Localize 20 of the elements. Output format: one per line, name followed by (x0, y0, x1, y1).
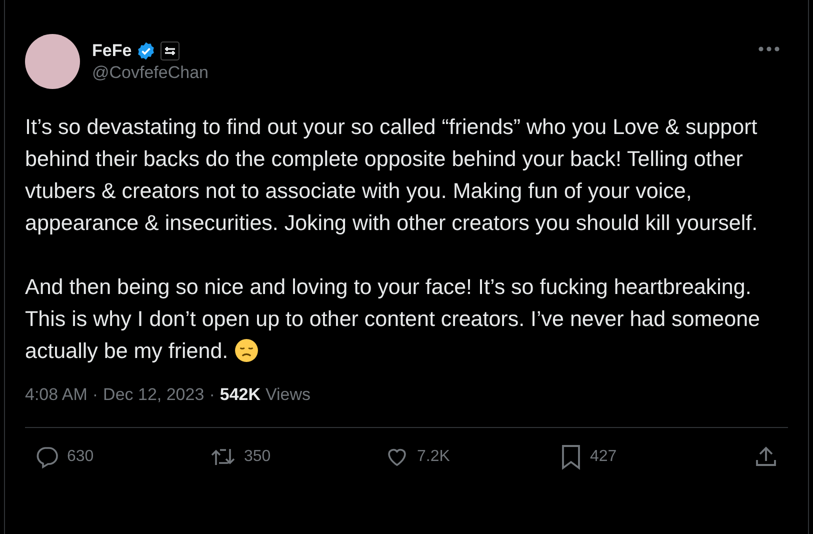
post-text: It’s so devastating to find out your so called “friends” who you Love & support behind their backs do the complete opposite behind your back! Telling other vtubers & creators not to associate with you. Making fun of your voice, appearance & insecurities. Joking with other creators you should kill yourself. (25, 114, 759, 237)
post-text: And then being so nice and loving to your face! It’s so fucking heartbreaking. This is why I don’t open up to other content creators. I’ve never had someone actually be my friend. (25, 274, 761, 365)
views-label: Views (266, 385, 311, 405)
post-date[interactable]: Dec 12, 2023 (103, 385, 204, 405)
reply-count: 630 (67, 448, 94, 466)
repost-count: 350 (244, 448, 271, 466)
bookmark-count: 427 (590, 448, 617, 466)
affiliate-badge-icon[interactable] (160, 40, 180, 60)
post-time[interactable]: 4:08 AM (25, 385, 88, 405)
views-count: 542K (220, 385, 260, 405)
like-count: 7.2K (417, 448, 450, 466)
reply-icon[interactable] (35, 445, 59, 469)
sad-face-icon (234, 338, 260, 363)
share-icon[interactable] (754, 445, 778, 469)
separator-dot: · (209, 385, 215, 405)
display-name[interactable]: FeFe (92, 40, 132, 60)
more-options-icon[interactable] (758, 46, 780, 52)
separator-dot: · (92, 385, 98, 405)
bookmark-icon[interactable] (560, 444, 582, 470)
user-handle[interactable]: @CovfefeChan (92, 62, 746, 82)
